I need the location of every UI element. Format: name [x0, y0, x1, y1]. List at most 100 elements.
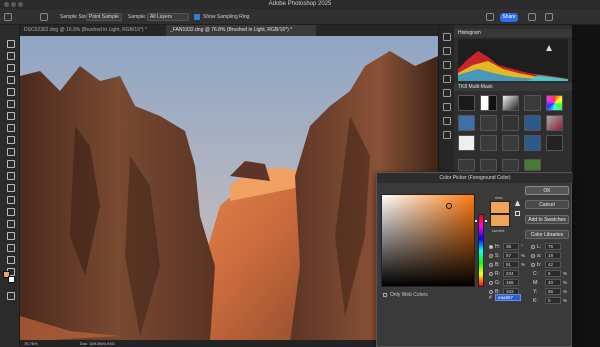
tks-mask-button[interactable] [458, 135, 475, 151]
background-color-swatch[interactable] [8, 276, 15, 283]
gradient-tool-icon[interactable] [6, 183, 15, 192]
hue-slider[interactable] [478, 214, 484, 287]
properties-panel-icon[interactable] [443, 103, 451, 111]
marquee-tool-icon[interactable] [6, 51, 15, 60]
lab-a-radio[interactable] [531, 254, 535, 258]
hue-slider-handle[interactable] [475, 220, 487, 222]
red-field[interactable]: R: 234 [489, 270, 529, 278]
tks-color-button[interactable] [546, 95, 563, 111]
dodge-tool-icon[interactable] [6, 207, 15, 216]
brightness-radio[interactable] [489, 263, 493, 267]
brightness-field[interactable]: B: 91% [489, 261, 529, 269]
saturation-radio[interactable] [489, 254, 493, 258]
tks-mask-button[interactable] [546, 115, 563, 131]
hue-value[interactable]: 36 [503, 243, 519, 250]
tks-mask-button[interactable] [524, 135, 541, 151]
home-icon[interactable] [4, 13, 12, 21]
lab-b-radio[interactable] [531, 263, 535, 267]
magenta-field[interactable]: M: 40% [531, 279, 571, 287]
green-radio[interactable] [489, 281, 493, 285]
hex-field[interactable]: # eaa867 [489, 294, 521, 301]
current-color-swatch[interactable] [490, 214, 510, 227]
hue-field[interactable]: H: 36 ° [489, 243, 529, 251]
eyedropper-icon[interactable] [40, 13, 48, 21]
shape-tool-icon[interactable] [6, 255, 15, 264]
cyan-value[interactable]: 5 [545, 270, 561, 277]
lab-b-value[interactable]: 42 [545, 261, 561, 268]
clone-stamp-tool-icon[interactable] [6, 147, 15, 156]
crop-tool-icon[interactable] [6, 87, 15, 96]
history-brush-tool-icon[interactable] [6, 159, 15, 168]
tks-panel-title[interactable]: TK8 Multi-Mask [454, 83, 572, 91]
add-to-swatches-button[interactable]: Add to Swatches [525, 215, 569, 224]
only-web-colors-checkbox[interactable] [383, 293, 387, 297]
color-field[interactable] [381, 194, 475, 287]
saturation-value[interactable]: 57 [503, 252, 519, 259]
tks-tool-button[interactable] [524, 159, 541, 171]
hex-value[interactable]: eaa867 [495, 294, 521, 301]
out-of-gamut-icon[interactable] [515, 201, 520, 206]
healing-brush-tool-icon[interactable] [6, 123, 15, 132]
sample-size-select[interactable]: Point Sample [86, 13, 122, 21]
tks-mask-button[interactable] [502, 95, 519, 111]
quick-mask-icon[interactable] [6, 291, 15, 300]
history-panel-icon[interactable] [443, 33, 451, 41]
blue-radio[interactable] [489, 290, 493, 294]
share-button[interactable]: Share [500, 13, 518, 22]
red-radio[interactable] [489, 272, 493, 276]
brightness-value[interactable]: 91 [503, 261, 519, 268]
swatches-panel-icon[interactable] [443, 61, 451, 69]
lab-b-field[interactable]: b: 42 [531, 261, 571, 269]
red-value[interactable]: 234 [503, 270, 519, 277]
tks-mask-button[interactable] [458, 115, 475, 131]
tks-mask-button[interactable] [546, 135, 563, 151]
color-libraries-button[interactable]: Color Libraries [525, 230, 569, 239]
tks-tool-button[interactable] [502, 159, 519, 171]
path-select-tool-icon[interactable] [6, 243, 15, 252]
search-icon[interactable] [486, 13, 494, 21]
cancel-button[interactable]: Cancel [525, 200, 569, 209]
color-field-marker[interactable] [446, 203, 452, 209]
channels-panel-icon[interactable] [443, 131, 451, 139]
yellow-value[interactable]: 66 [545, 288, 561, 295]
frame-tool-icon[interactable] [6, 99, 15, 108]
tks-tool-button[interactable] [480, 159, 497, 171]
tks-mask-button[interactable] [502, 135, 519, 151]
tks-mask-button[interactable] [524, 115, 541, 131]
tks-mask-button[interactable] [524, 95, 541, 111]
lab-a-field[interactable]: a: 18 [531, 252, 571, 260]
black-value[interactable]: 0 [545, 297, 561, 304]
green-value[interactable]: 166 [503, 279, 519, 286]
black-field[interactable]: K: 0% [531, 297, 571, 305]
brushes-panel-icon[interactable] [443, 47, 451, 55]
lasso-tool-icon[interactable] [6, 63, 15, 72]
yellow-field[interactable]: Y: 66% [531, 288, 571, 296]
workspace-icon[interactable] [528, 13, 536, 21]
cyan-field[interactable]: C: 5% [531, 270, 571, 278]
sample-select[interactable]: All Layers [147, 13, 189, 21]
magenta-value[interactable]: 40 [545, 279, 561, 286]
lab-l-radio[interactable] [531, 245, 535, 249]
show-sampling-ring-checkbox[interactable] [194, 14, 200, 20]
lab-l-field[interactable]: L: 75 [531, 243, 571, 251]
tks-tool-button[interactable] [458, 159, 475, 171]
quick-select-tool-icon[interactable] [6, 75, 15, 84]
pen-tool-icon[interactable] [6, 219, 15, 228]
histogram-warning-icon[interactable] [546, 45, 552, 51]
tab-document-2[interactable]: _FAN1932.dng @ 76.8% (Brushed in Light, … [166, 25, 316, 36]
lab-a-value[interactable]: 18 [545, 252, 561, 259]
web-safe-icon[interactable] [515, 211, 520, 216]
tks-mask-button[interactable] [480, 95, 497, 111]
eyedropper-tool-icon[interactable] [6, 111, 15, 120]
eraser-tool-icon[interactable] [6, 171, 15, 180]
blur-tool-icon[interactable] [6, 195, 15, 204]
move-tool-icon[interactable] [6, 39, 15, 48]
type-tool-icon[interactable] [6, 231, 15, 240]
ok-button[interactable]: OK [525, 186, 569, 195]
adjustments-panel-icon[interactable] [443, 75, 451, 83]
paths-panel-icon[interactable] [443, 117, 451, 125]
lab-l-value[interactable]: 75 [545, 243, 561, 250]
brush-tool-icon[interactable] [6, 135, 15, 144]
hue-radio[interactable] [489, 245, 493, 249]
libraries-panel-icon[interactable] [443, 89, 451, 97]
